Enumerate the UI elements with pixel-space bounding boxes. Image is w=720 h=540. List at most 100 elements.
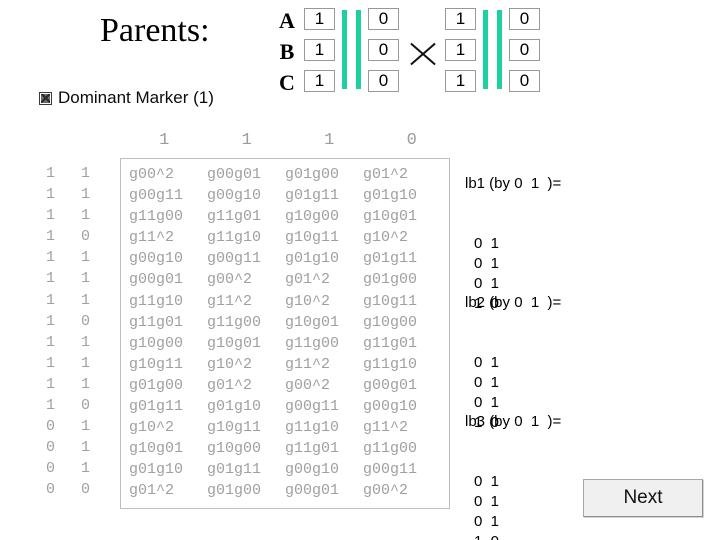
genotype-grid: g00^2 g00g01 g01g00 g01^2 g00g11 g00g10 g01g11…: [120, 158, 450, 509]
grid-row-label-value: 1: [46, 333, 56, 351]
grid-cell: g11g00: [285, 334, 340, 352]
grid-row-label: 11: [46, 268, 90, 289]
grid-cell: g10g11: [363, 292, 418, 310]
grid-cell: g11g00: [207, 313, 262, 331]
parent-1-group: 1 1 1 0 0 0: [304, 8, 399, 92]
lb-row: 0 1: [474, 354, 500, 371]
grid-cell: g10g01: [129, 440, 184, 458]
grid-row-label-value: 1: [46, 312, 56, 330]
grid-row: g11g10 g11^2 g10^2 g10g11: [129, 291, 449, 312]
allele-cell[interactable]: 0: [368, 8, 399, 30]
allele-cell[interactable]: 0: [368, 39, 399, 61]
grid-row: g00g10 g00g11 g01g10 g01g11: [129, 248, 449, 269]
slide-canvas: Parents: Dominant Marker (1) A B C 1 1 1…: [0, 0, 720, 540]
grid-row: g10^2 g10g11 g11g10 g11^2: [129, 417, 449, 438]
grid-row-label: 10: [46, 311, 90, 332]
grid-row-label: 01: [46, 416, 90, 437]
dominant-marker-label: Dominant Marker (1): [58, 88, 214, 107]
grid-cell: g00g11: [207, 250, 262, 268]
grid-cell: g10g01: [207, 334, 262, 352]
grid-row: g00g11 g00g10 g01g11 g01g10: [129, 185, 449, 206]
grid-column-header: 1: [159, 131, 170, 150]
grid-cell: g01^2: [207, 376, 253, 394]
grid-row-label-value: 1: [46, 249, 56, 267]
grid-cell: g10g11: [129, 355, 184, 373]
allele-cell[interactable]: 0: [509, 70, 540, 92]
grid-row-label: 10: [46, 395, 90, 416]
allele-cell[interactable]: 1: [304, 70, 335, 92]
page-title: Parents:: [100, 12, 210, 49]
grid-cell: g10g00: [207, 440, 262, 458]
grid-column-header: 0: [406, 131, 417, 150]
grid-cell: g10g11: [207, 419, 262, 437]
grid-row-label-value: 0: [46, 418, 56, 436]
grid-row-label: 11: [46, 374, 90, 395]
grid-row: g10g01 g10g00 g11g01 g11g00: [129, 438, 449, 459]
grid-cell: g11g01: [285, 440, 340, 458]
allele-cell[interactable]: 0: [368, 70, 399, 92]
grid-cell: g10^2: [363, 229, 409, 247]
grid-cell: g00^2: [207, 271, 253, 289]
grid-cell: g10g00: [129, 334, 184, 352]
grid-row: g01g11 g01g10 g00g11 g00g10: [129, 396, 449, 417]
grid-row-label-value: 1: [81, 291, 91, 309]
lb3-title: lb3 (by 0 1 )=: [465, 413, 562, 430]
grid-row-label-value: 0: [46, 439, 56, 457]
grid-cell: g11g00: [363, 440, 418, 458]
grid-row-label: 11: [46, 205, 90, 226]
grid-cell: g01g11: [129, 398, 184, 416]
grid-cell: g01^2: [363, 166, 409, 183]
allele-cell[interactable]: 0: [509, 39, 540, 61]
parent-2-left-alleles: 1 1 1: [445, 8, 476, 92]
allele-cell[interactable]: 1: [304, 39, 335, 61]
grid-row-label: 11: [46, 163, 90, 184]
grid-cell: g01g11: [285, 187, 340, 205]
grid-cell: g11^2: [129, 229, 175, 247]
grid-cell: g11^2: [363, 419, 409, 437]
grid-row-label-value: 1: [46, 165, 56, 182]
grid-row-label-value: 0: [81, 397, 91, 415]
grid-cell: g10^2: [129, 419, 175, 437]
grid-cell: g00g10: [207, 187, 262, 205]
grid-cell: g00g01: [129, 271, 184, 289]
green-bar-icon: [497, 10, 502, 89]
grid-row: g01g00 g01^2 g00^2 g00g01: [129, 375, 449, 396]
grid-cell: g01g00: [129, 376, 184, 394]
grid-row: g10g11 g10^2 g11^2 g11g10: [129, 354, 449, 375]
grid-row-label-value: 1: [46, 375, 56, 393]
parents-panel: A B C 1 1 1 0 0 0 1 1 1 0 0 0: [278, 8, 540, 101]
grid-cell: g11g01: [207, 208, 262, 226]
grid-cell: g00g11: [363, 461, 418, 479]
parent-row-labels: A B C: [278, 8, 296, 94]
grid-row: g11g00 g11g01 g10g00 g10g01: [129, 206, 449, 227]
parent-1-right-alleles: 0 0 0: [368, 8, 399, 92]
lb3-rows: 0 1 0 1 0 1 1 0: [465, 472, 561, 540]
lb-row: 0 1: [474, 493, 500, 510]
dominant-marker-row[interactable]: Dominant Marker (1): [39, 88, 214, 108]
allele-cell[interactable]: 1: [445, 70, 476, 92]
parent-1-left-alleles: 1 1 1: [304, 8, 335, 92]
allele-cell[interactable]: 1: [445, 8, 476, 30]
allele-cell[interactable]: 1: [445, 39, 476, 61]
grid-row-label-value: 1: [81, 207, 91, 225]
grid-row: g11g01 g11g00 g10g01 g10g00: [129, 312, 449, 333]
grid-row-label: 11: [46, 247, 90, 268]
grid-row-label-value: 1: [46, 186, 56, 204]
grid-row-label-value: 1: [81, 249, 91, 267]
grid-cell: g00g10: [129, 250, 184, 268]
grid-row: g10g00 g10g01 g11g00 g11g01: [129, 333, 449, 354]
grid-cell: g11g10: [285, 419, 340, 437]
next-button[interactable]: Next: [583, 479, 703, 517]
grid-row-label-value: 1: [81, 333, 91, 351]
parent-2-right-alleles: 0 0 0: [509, 8, 540, 92]
grid-row: g00g01 g00^2 g01^2 g01g00: [129, 269, 449, 290]
allele-cell[interactable]: 0: [509, 8, 540, 30]
grid-row: g01g10 g01g11 g00g10 g00g11: [129, 459, 449, 480]
grid-cell: g10g01: [363, 208, 418, 226]
grid-cell: g00g01: [207, 166, 262, 183]
allele-cell[interactable]: 1: [304, 8, 335, 30]
grid-row-label-value: 0: [81, 228, 91, 246]
checkbox-checked-icon[interactable]: [39, 91, 52, 105]
grid-cell: g01^2: [129, 482, 175, 500]
grid-row: g11^2 g11g10 g10g11 g10^2: [129, 227, 449, 248]
